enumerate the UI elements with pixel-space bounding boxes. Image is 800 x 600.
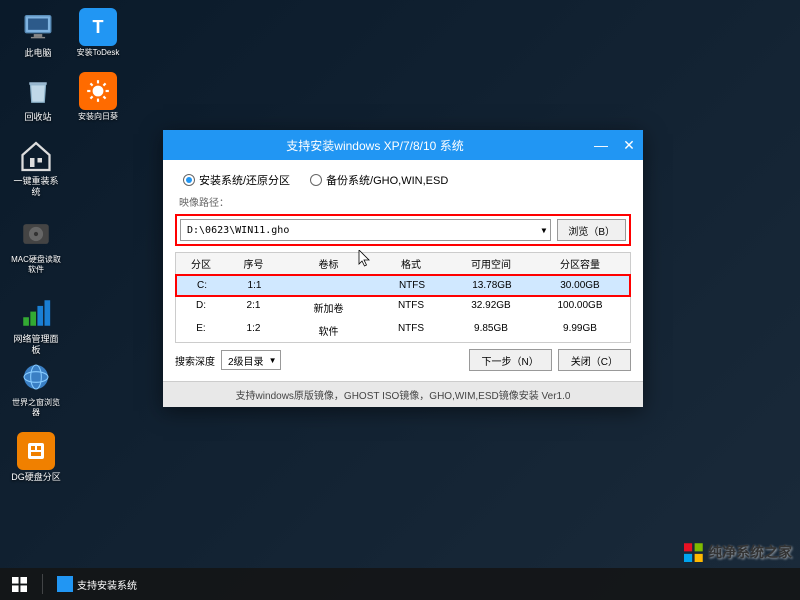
radio-icon bbox=[310, 174, 322, 186]
modal-title: 支持安装windows XP/7/8/10 系统 bbox=[163, 137, 587, 154]
desktop-icon-label: 回收站 bbox=[12, 112, 64, 123]
desktop-icon-this-pc[interactable]: 此电脑 bbox=[12, 8, 64, 59]
radio-icon bbox=[183, 174, 195, 186]
taskbar: 支持安装系统 bbox=[0, 568, 800, 600]
row-highlight: C: 1:1 NTFS 13.78GB 30.00GB bbox=[175, 274, 631, 297]
th-free: 可用空间 bbox=[446, 253, 536, 274]
th-index: 序号 bbox=[226, 253, 281, 274]
todesk-app-icon: T bbox=[79, 8, 117, 46]
taskbar-item[interactable]: 支持安装系统 bbox=[47, 568, 147, 600]
th-format: 格式 bbox=[376, 253, 446, 274]
desktop-icon-label: MAC硬盘读取软件 bbox=[10, 255, 62, 274]
desktop-icon-recycle-bin[interactable]: 回收站 bbox=[12, 72, 64, 123]
watermark: 纯净系统之家 bbox=[684, 542, 792, 562]
image-path-combo[interactable]: D:\0623\WIN11.gho ▼ bbox=[180, 219, 551, 241]
th-label: 卷标 bbox=[281, 253, 376, 274]
dg-app-icon bbox=[17, 432, 55, 470]
desktop-icon-label: 一键重装系统 bbox=[10, 176, 62, 198]
radio-backup[interactable]: 备份系统/GHO,WIN,ESD bbox=[310, 172, 448, 188]
taskbar-item-label: 支持安装系统 bbox=[77, 577, 137, 592]
search-depth-select[interactable]: 2级目录▼ bbox=[221, 350, 281, 370]
desktop-icon-todesk[interactable]: T 安装ToDesk bbox=[72, 8, 124, 58]
table-row[interactable]: C: 1:1 NTFS 13.78GB 30.00GB bbox=[177, 276, 629, 295]
house-icon bbox=[18, 137, 54, 173]
desktop-icon-label: 网络管理面板 bbox=[10, 334, 62, 356]
radio-label: 安装系统/还原分区 bbox=[199, 172, 290, 188]
modal-titlebar[interactable]: 支持安装windows XP/7/8/10 系统 — ✕ bbox=[163, 130, 643, 160]
desktop-icon-browser[interactable]: 世界之窗浏览器 bbox=[10, 358, 62, 417]
install-modal: 支持安装windows XP/7/8/10 系统 — ✕ 安装系统/还原分区 备… bbox=[163, 130, 643, 407]
modal-footer: 支持windows原版镜像，GHOST ISO镜像，GHO,WIM,ESD镜像安… bbox=[163, 381, 643, 407]
desktop-icon-label: 安装向日葵 bbox=[72, 112, 124, 122]
radio-label: 备份系统/GHO,WIN,ESD bbox=[326, 172, 448, 188]
desktop-icon-label: DG硬盘分区 bbox=[10, 472, 62, 483]
radio-install[interactable]: 安装系统/还原分区 bbox=[183, 172, 290, 188]
minimize-button[interactable]: — bbox=[587, 130, 615, 160]
sunlogin-app-icon bbox=[79, 72, 117, 110]
desktop-icon-mac-disk[interactable]: MAC硬盘读取软件 bbox=[10, 215, 62, 274]
close-btn2[interactable]: 关闭（C） bbox=[558, 349, 631, 371]
desktop-icon-sunlogin[interactable]: 安装向日葵 bbox=[72, 72, 124, 122]
desktop-icon-label: 安装ToDesk bbox=[72, 48, 124, 58]
path-value: D:\0623\WIN11.gho bbox=[187, 225, 289, 236]
next-button[interactable]: 下一步（N） bbox=[469, 349, 552, 371]
desktop-icon-network[interactable]: 网络管理面板 bbox=[10, 294, 62, 356]
chevron-down-icon: ▼ bbox=[269, 356, 277, 365]
close-button[interactable]: ✕ bbox=[615, 130, 643, 160]
th-size: 分区容量 bbox=[536, 253, 630, 274]
pc-icon bbox=[21, 10, 55, 44]
th-partition: 分区 bbox=[176, 253, 226, 274]
disk-icon bbox=[19, 217, 53, 251]
watermark-logo bbox=[684, 542, 704, 562]
desktop-icon-reinstall[interactable]: 一键重装系统 bbox=[10, 136, 62, 198]
globe-icon bbox=[20, 361, 52, 393]
desktop-icon-label: 世界之窗浏览器 bbox=[10, 398, 62, 417]
network-icon bbox=[19, 296, 53, 330]
partition-table: 分区 序号 卷标 格式 可用空间 分区容量 C: 1:1 NTFS 13.78G… bbox=[175, 252, 631, 343]
depth-label: 搜索深度 bbox=[175, 353, 215, 368]
start-button[interactable] bbox=[0, 568, 38, 600]
windows-icon bbox=[12, 577, 27, 592]
table-header: 分区 序号 卷标 格式 可用空间 分区容量 bbox=[176, 253, 630, 275]
taskbar-app-icon bbox=[57, 576, 73, 592]
path-label: 映像路径： bbox=[175, 192, 631, 212]
desktop-icon-dg[interactable]: DG硬盘分区 bbox=[10, 432, 62, 483]
table-row[interactable]: E: 1:2 软件 NTFS 9.85GB 9.99GB bbox=[176, 319, 630, 342]
path-highlight: D:\0623\WIN11.gho ▼ 浏览（B） bbox=[175, 214, 631, 246]
chevron-down-icon: ▼ bbox=[542, 226, 547, 235]
bin-icon bbox=[23, 76, 53, 106]
desktop-icon-label: 此电脑 bbox=[12, 48, 64, 59]
browse-button[interactable]: 浏览（B） bbox=[557, 219, 626, 241]
table-row[interactable]: D: 2:1 新加卷 NTFS 32.92GB 100.00GB bbox=[176, 296, 630, 319]
